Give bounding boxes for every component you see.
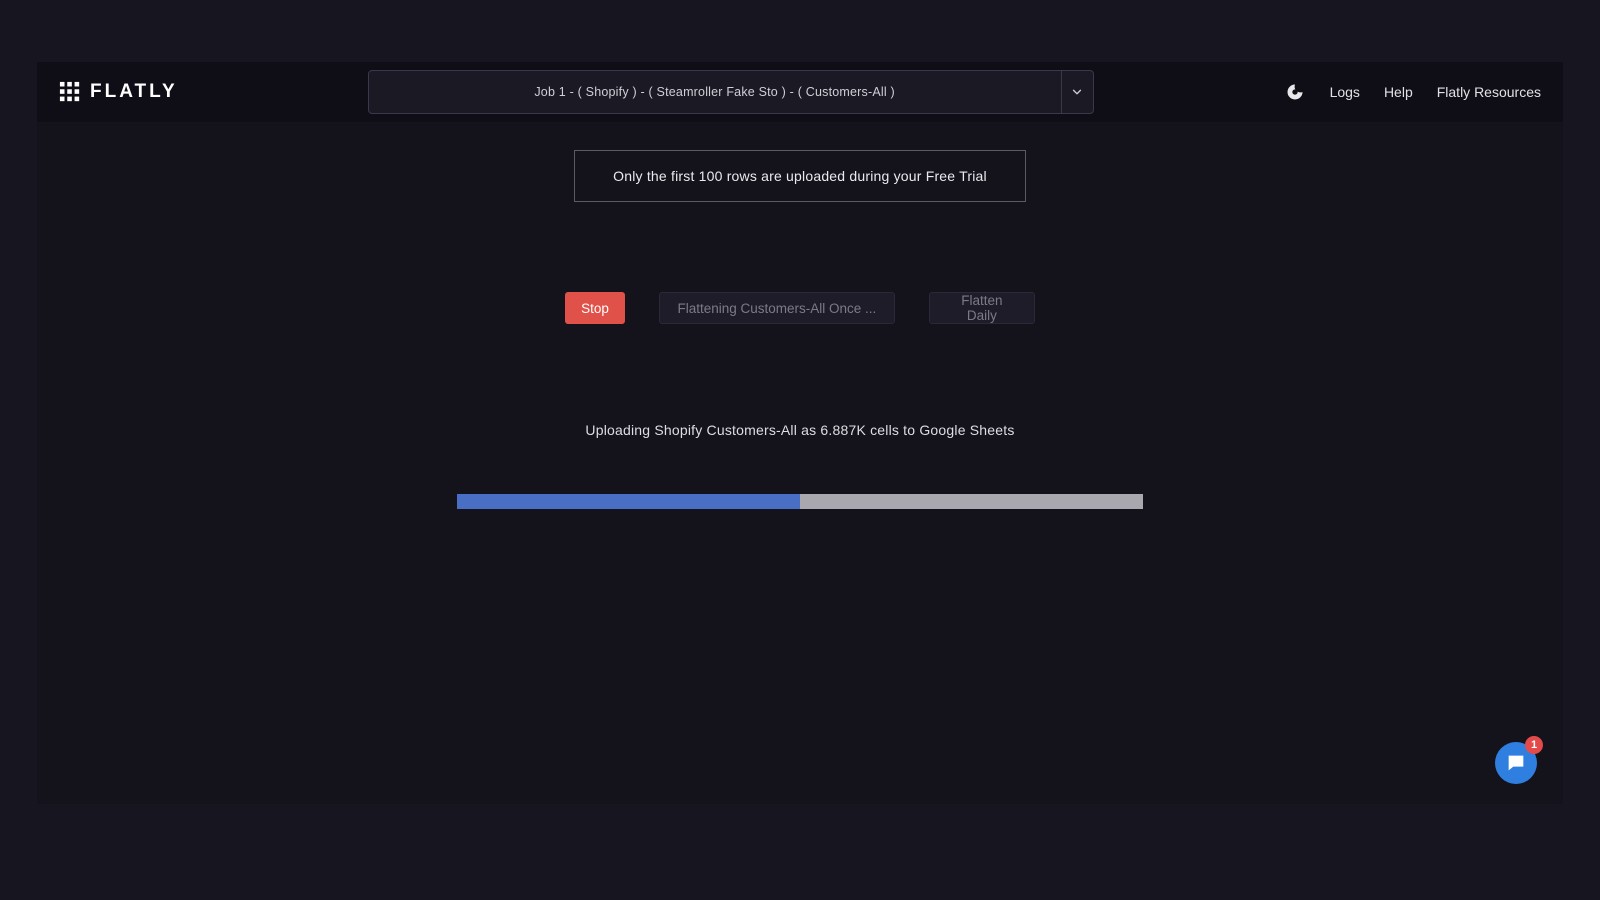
chevron-down-icon: [1070, 85, 1084, 99]
job-selector[interactable]: Job 1 - ( Shopify ) - ( Steamroller Fake…: [368, 70, 1094, 114]
upload-progress-fill: [457, 494, 800, 509]
job-selector-label: Job 1 - ( Shopify ) - ( Steamroller Fake…: [369, 85, 1061, 99]
header-bar: FLATLY Job 1 - ( Shopify ) - ( Steamroll…: [37, 62, 1563, 122]
app-window: FLATLY Job 1 - ( Shopify ) - ( Steamroll…: [37, 62, 1563, 804]
flatten-daily-button[interactable]: Flatten Daily: [929, 292, 1035, 324]
nav-resources[interactable]: Flatly Resources: [1437, 84, 1541, 100]
nav-help[interactable]: Help: [1384, 84, 1413, 100]
upload-status-text: Uploading Shopify Customers-All as 6.887…: [585, 422, 1014, 438]
job-selector-container: Job 1 - ( Shopify ) - ( Steamroller Fake…: [192, 70, 1270, 114]
action-button-row: Stop Flattening Customers-All Once ... F…: [565, 292, 1035, 324]
job-selector-chevron[interactable]: [1061, 71, 1093, 113]
chat-unread-badge: 1: [1525, 736, 1543, 754]
main-content: Only the first 100 rows are uploaded dur…: [37, 122, 1563, 804]
chat-icon: [1505, 752, 1527, 774]
trial-banner: Only the first 100 rows are uploaded dur…: [574, 150, 1026, 202]
nav-logs[interactable]: Logs: [1330, 84, 1360, 100]
stop-button[interactable]: Stop: [565, 292, 625, 324]
theme-toggle-button[interactable]: [1284, 81, 1306, 103]
dark-mode-icon: [1285, 82, 1305, 102]
brand-logo[interactable]: FLATLY: [59, 81, 178, 103]
flattening-status-button[interactable]: Flattening Customers-All Once ...: [659, 292, 895, 324]
chat-launcher-button[interactable]: 1: [1495, 742, 1537, 784]
upload-progress-bar: [457, 494, 1143, 509]
logo-mark-icon: [59, 81, 81, 103]
brand-name: FLATLY: [90, 81, 178, 103]
header-nav-right: Logs Help Flatly Resources: [1284, 81, 1541, 103]
